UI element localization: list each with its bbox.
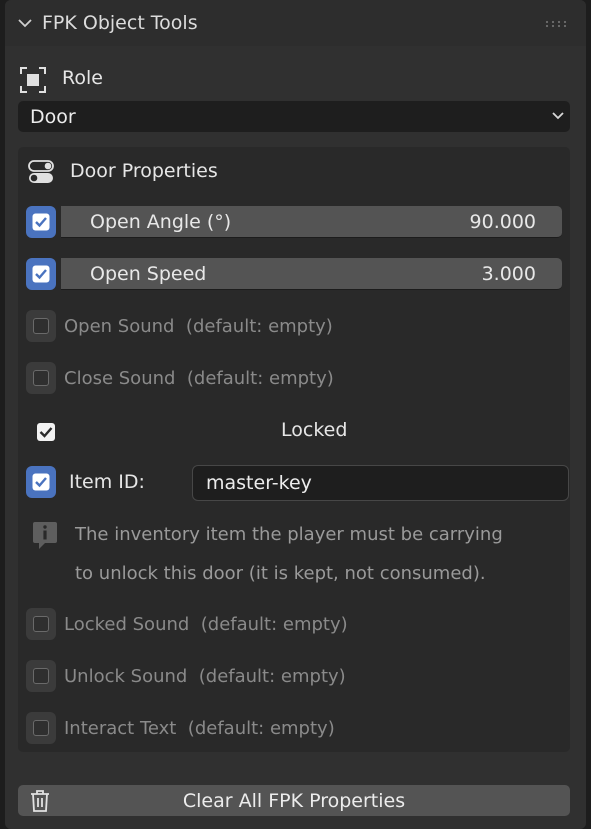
item-id-value: master-key — [206, 472, 312, 494]
object-frame-icon — [20, 67, 46, 93]
locked-checkbox[interactable] — [36, 422, 56, 442]
checkmark-icon — [32, 473, 50, 491]
open-angle-value: 90.000 — [469, 211, 536, 233]
open-angle-label: Open Angle (°) — [90, 211, 232, 233]
info-text-line-2: to unlock this door (it is kept, not con… — [75, 563, 486, 584]
open-sound-checkbox[interactable] — [26, 310, 56, 342]
fpk-object-tools-panel: FPK Object Tools Role Door Door Properti… — [5, 0, 586, 829]
role-dropdown[interactable]: Door — [18, 101, 570, 132]
locked-label: Locked — [281, 419, 348, 441]
clear-all-label: Clear All FPK Properties — [182, 790, 406, 812]
role-selected-value: Door — [30, 106, 76, 128]
unlock-sound-checkbox[interactable] — [26, 660, 56, 692]
open-angle-field[interactable]: Open Angle (°) 90.000 — [61, 206, 562, 238]
item-id-label: Item ID: — [69, 471, 145, 493]
checkmark-icon — [32, 265, 50, 283]
item-id-checkbox[interactable] — [26, 466, 56, 498]
info-speech-icon — [33, 522, 57, 549]
open-sound-label: Open Sound (default: empty) — [64, 316, 333, 337]
panel-title: FPK Object Tools — [42, 12, 198, 34]
checkmark-icon — [32, 213, 50, 231]
open-speed-label: Open Speed — [90, 263, 207, 285]
open-speed-field[interactable]: Open Speed 3.000 — [61, 258, 562, 290]
open-angle-checkbox[interactable] — [26, 206, 56, 238]
grip-dots-icon[interactable] — [545, 20, 567, 28]
chevron-down-icon — [552, 112, 564, 120]
interact-text-checkbox[interactable] — [26, 712, 56, 744]
open-speed-value: 3.000 — [481, 263, 536, 285]
door-properties-title: Door Properties — [70, 160, 218, 182]
panel-header[interactable]: FPK Object Tools — [5, 0, 586, 46]
item-id-input[interactable]: master-key — [192, 465, 569, 501]
locked-sound-label: Locked Sound (default: empty) — [64, 614, 348, 635]
role-label: Role — [62, 67, 103, 89]
info-text-line-1: The inventory item the player must be ca… — [75, 524, 503, 545]
interact-text-label: Interact Text (default: empty) — [64, 718, 335, 739]
toggle-switches-icon — [28, 160, 54, 183]
clear-all-properties-button[interactable]: Clear All FPK Properties — [18, 785, 570, 816]
close-sound-checkbox[interactable] — [26, 362, 56, 394]
open-speed-checkbox[interactable] — [26, 258, 56, 290]
unlock-sound-label: Unlock Sound (default: empty) — [64, 666, 346, 687]
close-sound-label: Close Sound (default: empty) — [64, 368, 334, 389]
chevron-down-icon[interactable] — [17, 17, 33, 29]
locked-sound-checkbox[interactable] — [26, 608, 56, 640]
